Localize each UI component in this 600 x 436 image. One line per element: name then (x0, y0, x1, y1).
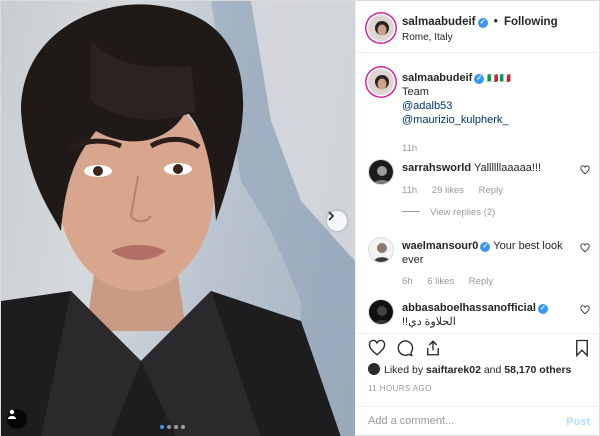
comment-username[interactable]: abbasaboelhassanofficial (402, 302, 536, 314)
view-replies-button[interactable]: View replies (2) (402, 207, 495, 218)
separator-dot: • (493, 16, 498, 28)
author-line: salmaabudeif ✓ • Following (402, 16, 558, 28)
comment-input[interactable] (368, 415, 548, 427)
comment-time: 11h (402, 185, 418, 196)
avatar-image (369, 160, 393, 184)
post-timestamp[interactable]: 11 HOURS AGO (368, 384, 432, 393)
post-location[interactable]: Rome, Italy (402, 32, 453, 43)
verified-badge-icon: ✓ (477, 18, 488, 28)
caption-time: 11h (402, 143, 418, 154)
carousel-indicator (160, 425, 185, 429)
comment-username[interactable]: sarrahsworld (402, 162, 471, 174)
reply-button[interactable]: Reply (469, 276, 493, 287)
mention-link[interactable]: @maurizio_kulpherk_ (402, 114, 509, 126)
post-comment-button[interactable]: Post (566, 416, 590, 428)
mention-link[interactable]: @adalb53 (402, 100, 452, 112)
carousel-dot (160, 425, 164, 429)
heart-icon[interactable] (580, 165, 590, 175)
comment-body: waelmansour0 ✓ Your best look ever (402, 239, 572, 267)
caption-meta: 11h (402, 143, 429, 154)
comment-meta: 11h 29 likes Reply (402, 185, 515, 196)
comment-body: abbasaboelhassanofficial ✓ الحلاوة دي!! (402, 301, 572, 329)
comments-list[interactable]: salmaabudeif ✓ 🇮🇹🇮🇹 Team @adalb53 @mauriz… (356, 61, 600, 333)
caption-username[interactable]: salmaabudeif (402, 72, 472, 84)
instagram-post-modal: salmaabudeif ✓ • Following Rome, Italy sa… (0, 0, 600, 436)
author-username[interactable]: salmaabudeif (402, 16, 476, 28)
heart-icon[interactable] (580, 305, 590, 315)
verified-badge-icon: ✓ (474, 74, 485, 84)
chevron-right-icon (328, 211, 335, 221)
caption-body: salmaabudeif ✓ 🇮🇹🇮🇹 Team @adalb53 @mauriz… (402, 71, 572, 127)
verified-badge-icon: ✓ (537, 304, 548, 314)
portrait-illustration (1, 1, 355, 436)
likes-count-button[interactable]: 58,170 others (504, 364, 571, 376)
post-photo[interactable] (1, 1, 355, 436)
caption-avatar[interactable] (368, 69, 394, 95)
likes-middle: and (480, 364, 505, 376)
heart-icon[interactable] (368, 339, 386, 357)
likes-prefix: Liked by (384, 364, 427, 376)
carousel-dot (167, 425, 171, 429)
commenter-avatar[interactable] (368, 299, 394, 325)
reply-button[interactable]: Reply (479, 185, 503, 196)
likes-summary: Liked by saiftarek02 and 58,170 others (368, 363, 571, 376)
comment-text: الحلاوة دي!! (402, 316, 456, 328)
avatar-image (369, 300, 393, 324)
user-tag-icon (8, 409, 16, 419)
carousel-dot (174, 425, 178, 429)
replies-line (402, 211, 420, 212)
avatar-image (369, 70, 393, 94)
share-icon[interactable] (424, 339, 442, 357)
caption-text: Team (402, 86, 429, 98)
comment-meta: 6h 6 likes Reply (402, 276, 505, 287)
user-tags-button[interactable] (7, 409, 27, 429)
heart-icon[interactable] (580, 243, 590, 253)
post-details-panel: salmaabudeif ✓ • Following Rome, Italy sa… (355, 1, 600, 436)
comment-icon[interactable] (396, 339, 414, 357)
commenter-avatar[interactable] (368, 237, 394, 263)
carousel-dot (181, 425, 185, 429)
comment-likes[interactable]: 29 likes (432, 185, 464, 196)
commenter-avatar[interactable] (368, 159, 394, 185)
comment-body: sarrahsworld Yallllllaaaaa!!! (402, 161, 572, 175)
italy-flag-emoji: 🇮🇹🇮🇹 (487, 73, 512, 83)
avatar-image (369, 16, 393, 40)
liker-username[interactable]: saiftarek02 (426, 364, 481, 376)
following-button[interactable]: Following (504, 16, 558, 28)
comment-time: 6h (402, 276, 413, 287)
next-slide-button[interactable] (327, 211, 347, 231)
comment-text: Yallllllaaaaa!!! (473, 162, 542, 174)
post-header: salmaabudeif ✓ • Following Rome, Italy (356, 1, 600, 53)
view-replies-label: View replies (2) (430, 207, 496, 218)
add-comment-bar: Post (356, 406, 600, 436)
post-actions (356, 333, 600, 361)
comment-username[interactable]: waelmansour0 (402, 240, 478, 252)
verified-badge-icon: ✓ (480, 242, 491, 252)
avatar-image (369, 238, 393, 262)
comment-likes[interactable]: 6 likes (427, 276, 454, 287)
liker-avatar[interactable] (368, 363, 380, 375)
bookmark-icon[interactable] (574, 339, 590, 357)
author-avatar[interactable] (368, 15, 394, 41)
